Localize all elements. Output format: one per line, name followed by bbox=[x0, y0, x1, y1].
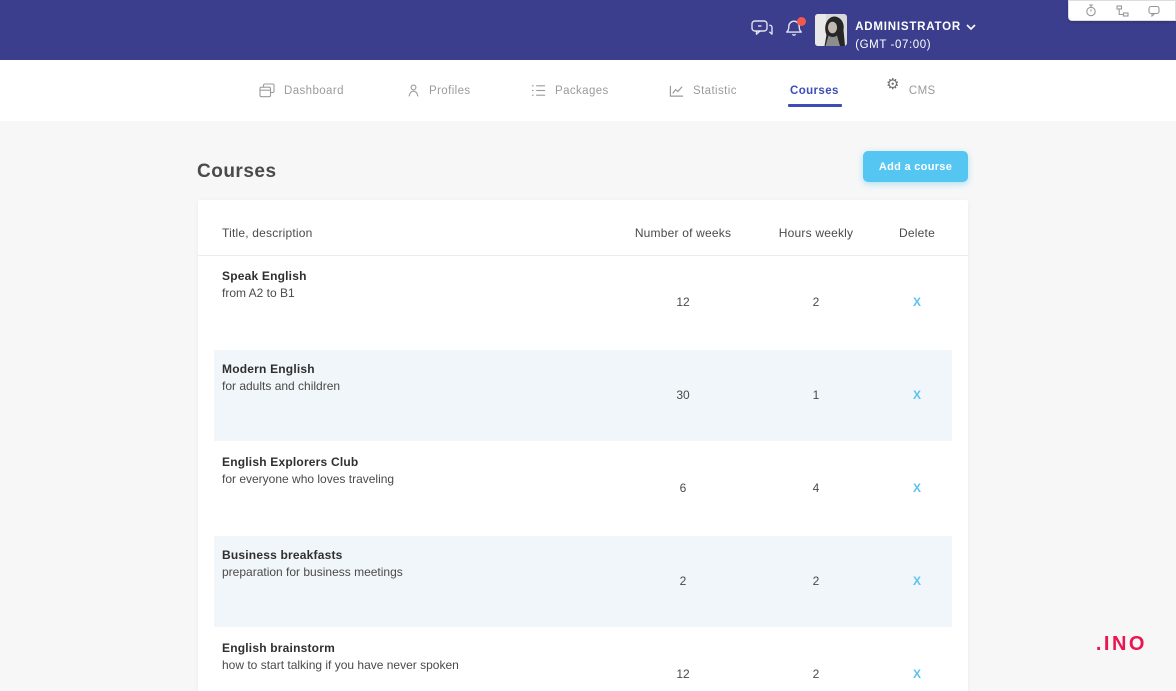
delete-course-button[interactable]: X bbox=[913, 574, 921, 588]
timer-icon[interactable] bbox=[1085, 4, 1097, 17]
course-title-cell: Speak English from A2 to B1 bbox=[222, 269, 307, 300]
person-icon bbox=[407, 83, 420, 98]
table-row: Business breakfasts preparation for busi… bbox=[198, 535, 968, 628]
tab-packages-label: Packages bbox=[555, 84, 609, 97]
notification-dot bbox=[797, 17, 807, 26]
course-description: for adults and children bbox=[222, 379, 341, 393]
add-course-button[interactable]: Add a course bbox=[863, 151, 968, 182]
course-weeks: 12 bbox=[676, 295, 690, 309]
list-icon bbox=[531, 84, 546, 97]
avatar[interactable] bbox=[815, 14, 848, 46]
course-title: English Explorers Club bbox=[222, 455, 359, 469]
course-title: Business breakfasts bbox=[222, 548, 343, 562]
course-weeks: 6 bbox=[679, 481, 687, 495]
tab-dashboard[interactable]: Dashboard bbox=[259, 60, 344, 121]
active-tab-underline bbox=[788, 103, 842, 107]
col-header-delete: Delete bbox=[899, 226, 935, 240]
course-hours: 4 bbox=[812, 481, 820, 495]
delete-course-button[interactable]: X bbox=[913, 388, 921, 402]
tab-dashboard-label: Dashboard bbox=[284, 84, 344, 97]
course-title: Speak English bbox=[222, 269, 307, 283]
course-description: preparation for business meetings bbox=[222, 565, 403, 579]
col-header-title: Title, description bbox=[222, 226, 313, 240]
table-row: Speak English from A2 to B1 12 2 X bbox=[198, 256, 968, 349]
table-row: English Explorers Club for everyone who … bbox=[198, 442, 968, 535]
course-title-cell: Business breakfasts preparation for busi… bbox=[222, 548, 403, 579]
tab-courses-label: Courses bbox=[788, 85, 842, 107]
chats-button[interactable] bbox=[751, 20, 773, 40]
course-title-cell: English Explorers Club for everyone who … bbox=[222, 455, 394, 486]
hierarchy-icon[interactable] bbox=[1115, 4, 1129, 17]
col-header-weeks: Number of weeks bbox=[634, 226, 732, 240]
tab-cms-label: CMS bbox=[908, 84, 936, 97]
course-weeks: 30 bbox=[676, 388, 690, 402]
table-row: Modern English for adults and children 3… bbox=[198, 349, 968, 442]
course-title-cell: English brainstorm how to start talking … bbox=[222, 641, 459, 672]
delete-course-button[interactable]: X bbox=[913, 295, 921, 309]
user-name: ADMINISTRATOR bbox=[855, 21, 961, 33]
course-weeks: 12 bbox=[676, 667, 690, 681]
col-header-hours: Hours weekly bbox=[778, 226, 854, 240]
course-hours: 2 bbox=[812, 574, 820, 588]
table-header-row: Title, description Number of weeks Hours… bbox=[198, 200, 968, 256]
main-content: Courses Add a course Title, description … bbox=[0, 121, 1176, 691]
user-timezone: (GMT -07:00) bbox=[855, 39, 932, 51]
browser-extension-overlay bbox=[1068, 0, 1176, 21]
course-weeks: 2 bbox=[679, 574, 687, 588]
table-body: Speak English from A2 to B1 12 2 X Moder… bbox=[198, 256, 968, 691]
tab-courses[interactable]: Courses bbox=[788, 60, 842, 121]
course-title: Modern English bbox=[222, 362, 315, 376]
page-title: Courses bbox=[197, 161, 277, 182]
chart-icon bbox=[669, 84, 684, 98]
tab-statistic[interactable]: Statistic bbox=[669, 60, 737, 121]
main-nav: Dashboard Profiles Packages Statistic Co… bbox=[0, 60, 1176, 121]
tab-statistic-label: Statistic bbox=[693, 84, 737, 97]
course-description: how to start talking if you have never s… bbox=[222, 658, 459, 672]
chevron-down-icon bbox=[966, 18, 976, 36]
topbar-user-cluster: ADMINISTRATOR (GMT -07:00) bbox=[751, 0, 976, 60]
tab-profiles[interactable]: Profiles bbox=[407, 60, 471, 121]
course-description: from A2 to B1 bbox=[222, 286, 295, 300]
courses-table-card: Title, description Number of weeks Hours… bbox=[198, 200, 968, 691]
topbar: ADMINISTRATOR (GMT -07:00) bbox=[0, 0, 1176, 60]
tab-cms[interactable]: ⚙ CMS bbox=[886, 60, 936, 121]
delete-course-button[interactable]: X bbox=[913, 667, 921, 681]
notifications-wrap bbox=[785, 17, 807, 41]
chat-bubble-icon[interactable] bbox=[1147, 5, 1160, 17]
ino-logo: .INO bbox=[1095, 633, 1147, 655]
course-hours: 1 bbox=[812, 388, 820, 402]
course-title: English brainstorm bbox=[222, 641, 335, 655]
course-title-cell: Modern English for adults and children bbox=[222, 362, 340, 393]
tab-packages[interactable]: Packages bbox=[531, 60, 609, 121]
gear-icon: ⚙ bbox=[886, 76, 900, 93]
user-menu[interactable]: ADMINISTRATOR (GMT -07:00) bbox=[855, 9, 976, 51]
course-hours: 2 bbox=[812, 667, 820, 681]
windows-icon bbox=[259, 83, 275, 98]
course-description: for everyone who loves traveling bbox=[222, 472, 395, 486]
tab-profiles-label: Profiles bbox=[429, 84, 471, 97]
course-hours: 2 bbox=[812, 295, 820, 309]
delete-course-button[interactable]: X bbox=[913, 481, 921, 495]
table-row: English brainstorm how to start talking … bbox=[198, 628, 968, 691]
chats-icon bbox=[751, 20, 773, 40]
